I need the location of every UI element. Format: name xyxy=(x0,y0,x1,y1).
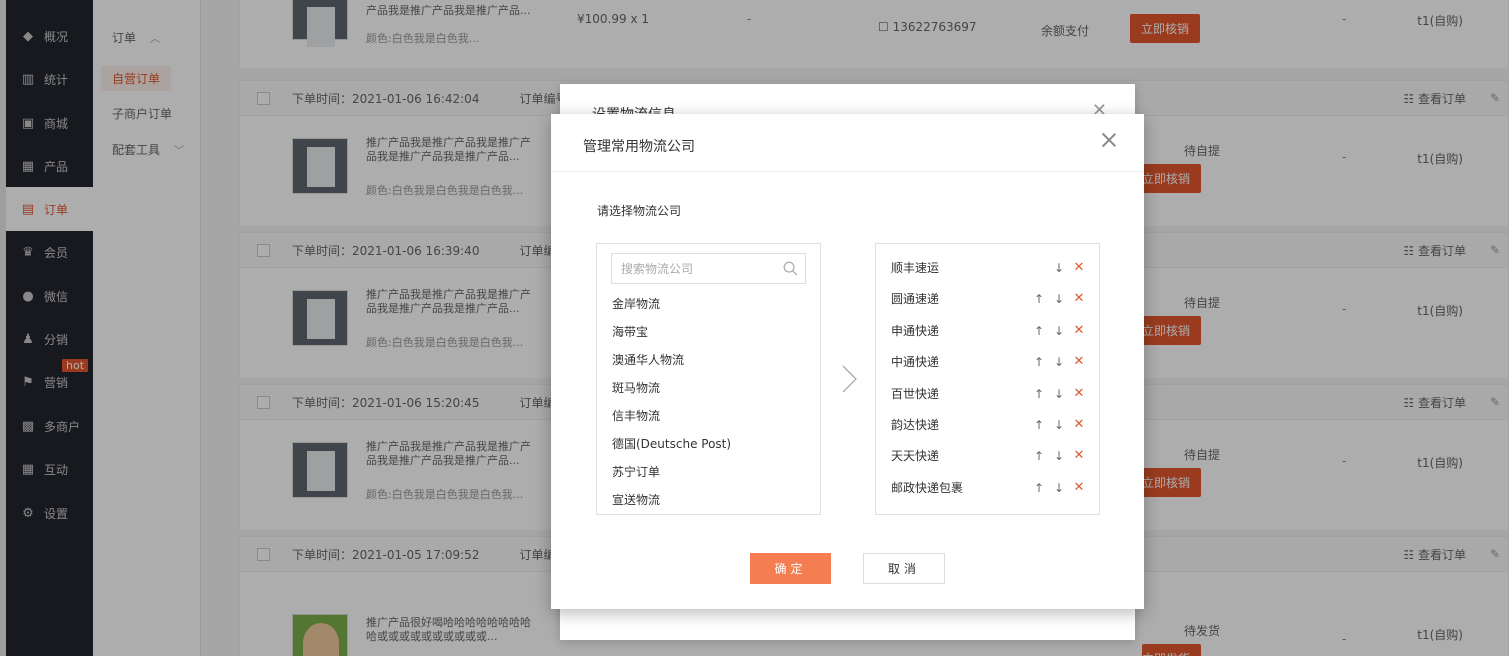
remove-icon[interactable]: ✕ xyxy=(1073,479,1085,497)
remove-icon[interactable]: ✕ xyxy=(1073,259,1085,277)
remove-icon[interactable]: ✕ xyxy=(1073,416,1085,434)
selected-company-name: 邮政快递包裹 xyxy=(891,480,964,495)
arrow-down-icon[interactable]: ↓ xyxy=(1053,322,1065,340)
selected-company-name: 顺丰速运 xyxy=(891,261,940,275)
selected-company-name: 申通快递 xyxy=(891,323,940,338)
company-option[interactable]: 澳通华人物流 xyxy=(612,352,731,380)
arrow-down-icon[interactable]: ↓ xyxy=(1053,353,1065,371)
search-input[interactable] xyxy=(612,254,777,283)
arrow-up-icon[interactable]: ↑ xyxy=(1033,416,1045,434)
selected-companies-panel: 顺丰速运 ↑ ↓ ✕ 圆通速递 ↑ ↓ ✕ 申通快递 ↑ ↓ ✕ 中通快递 ↑ ↓ ✕ 百世快递 ↑ ↓ ✕ 韵达快递 ↑… xyxy=(875,243,1100,515)
cancel-button[interactable]: 取消 xyxy=(863,553,945,584)
item-actions: ↑ ↓ ✕ xyxy=(1033,479,1085,497)
company-option[interactable]: 金岸物流 xyxy=(612,296,731,324)
selected-company-item: 韵达快递 ↑ ↓ ✕ xyxy=(876,416,1099,447)
selected-company-item: 中通快递 ↑ ↓ ✕ xyxy=(876,353,1099,384)
selected-company-name: 韵达快递 xyxy=(891,417,940,432)
company-option[interactable]: 斑马物流 xyxy=(612,380,731,408)
item-actions: ↑ ↓ ✕ xyxy=(1033,290,1085,308)
company-list: 金岸物流 海带宝 澳通华人物流 斑马物流 信丰物流 德国(Deutsche Post) 苏宁… xyxy=(612,296,731,514)
item-actions: ↑ ↓ ✕ xyxy=(1033,416,1085,434)
chevron-right-icon[interactable] xyxy=(840,364,858,394)
available-companies-panel: 金岸物流海带宝澳通华人物流斑马物流信丰物流德国(Deutsche Post)苏宁… xyxy=(596,243,821,515)
remove-icon[interactable]: ✕ xyxy=(1073,447,1085,465)
modal-header: 管理常用物流公司 xyxy=(551,114,1144,172)
search-icon[interactable] xyxy=(783,261,798,276)
arrow-down-icon[interactable]: ↓ xyxy=(1053,479,1065,497)
close-icon[interactable] xyxy=(1100,131,1118,149)
remove-icon[interactable]: ✕ xyxy=(1073,290,1085,308)
arrow-down-icon[interactable]: ↓ xyxy=(1053,416,1065,434)
selected-company-item: 申通快递 ↑ ↓ ✕ xyxy=(876,322,1099,353)
arrow-up-icon[interactable]: ↑ xyxy=(1033,290,1045,308)
company-option[interactable]: 宣送物流 xyxy=(612,492,731,514)
arrow-up-icon[interactable]: ↑ xyxy=(1033,322,1045,340)
remove-icon[interactable]: ✕ xyxy=(1073,353,1085,371)
item-actions: ↑ ↓ ✕ xyxy=(1033,353,1085,371)
company-option[interactable]: 德国(Deutsche Post) xyxy=(612,436,731,464)
manage-logistics-modal: 管理常用物流公司 请选择物流公司 金岸物流海带宝澳通华人物流斑马物流信丰物流德国… xyxy=(551,114,1144,609)
arrow-up-icon[interactable]: ↑ xyxy=(1033,353,1045,371)
arrow-down-icon[interactable]: ↓ xyxy=(1053,290,1065,308)
selected-company-name: 百世快递 xyxy=(891,386,940,401)
remove-icon[interactable]: ✕ xyxy=(1073,385,1085,403)
selected-company-item: 顺丰速运↑↓✕ xyxy=(876,259,1099,290)
arrow-down-icon[interactable]: ↓ xyxy=(1053,385,1065,403)
selected-company-item: 天天快递 ↑ ↓ ✕ xyxy=(876,447,1099,478)
arrow-down-icon[interactable]: ↓ xyxy=(1053,447,1065,465)
arrow-down-icon[interactable]: ↓ xyxy=(1053,259,1065,277)
arrow-up-icon[interactable]: ↑ xyxy=(1033,385,1045,403)
item-actions: ↑↓✕ xyxy=(1033,259,1085,277)
modal-title: 管理常用物流公司 xyxy=(583,139,695,155)
selected-company-name: 中通快递 xyxy=(891,355,940,370)
company-option[interactable]: 信丰物流 xyxy=(612,408,731,436)
item-actions: ↑ ↓ ✕ xyxy=(1033,385,1085,403)
item-actions: ↑ ↓ ✕ xyxy=(1033,322,1085,340)
company-option[interactable]: 苏宁订单 xyxy=(612,464,731,492)
arrow-up-icon[interactable]: ↑ xyxy=(1033,479,1045,497)
search-box xyxy=(611,253,806,284)
selected-company-name: 圆通速递 xyxy=(891,292,940,307)
remove-icon[interactable]: ✕ xyxy=(1073,322,1085,340)
company-option[interactable]: 海带宝 xyxy=(612,324,731,352)
selected-company-item: 圆通速递 ↑ ↓ ✕ xyxy=(876,290,1099,321)
selected-company-item: 百世快递 ↑ ↓ ✕ xyxy=(876,385,1099,416)
selected-company-list: 顺丰速运 ↑ ↓ ✕ 圆通速递 ↑ ↓ ✕ 申通快递 ↑ ↓ ✕ 中通快递 ↑ ↓ ✕ 百世快递 ↑ ↓ ✕ 韵达快递 ↑… xyxy=(876,259,1099,510)
item-actions: ↑ ↓ ✕ xyxy=(1033,447,1085,465)
selected-company-name: 天天快递 xyxy=(891,449,940,464)
arrow-up-icon[interactable]: ↑ xyxy=(1033,447,1045,465)
select-company-label: 请选择物流公司 xyxy=(597,204,682,218)
selected-company-item: 邮政快递包裹 ↑ ↓ ✕ xyxy=(876,479,1099,510)
confirm-button[interactable]: 确定 xyxy=(750,553,831,584)
